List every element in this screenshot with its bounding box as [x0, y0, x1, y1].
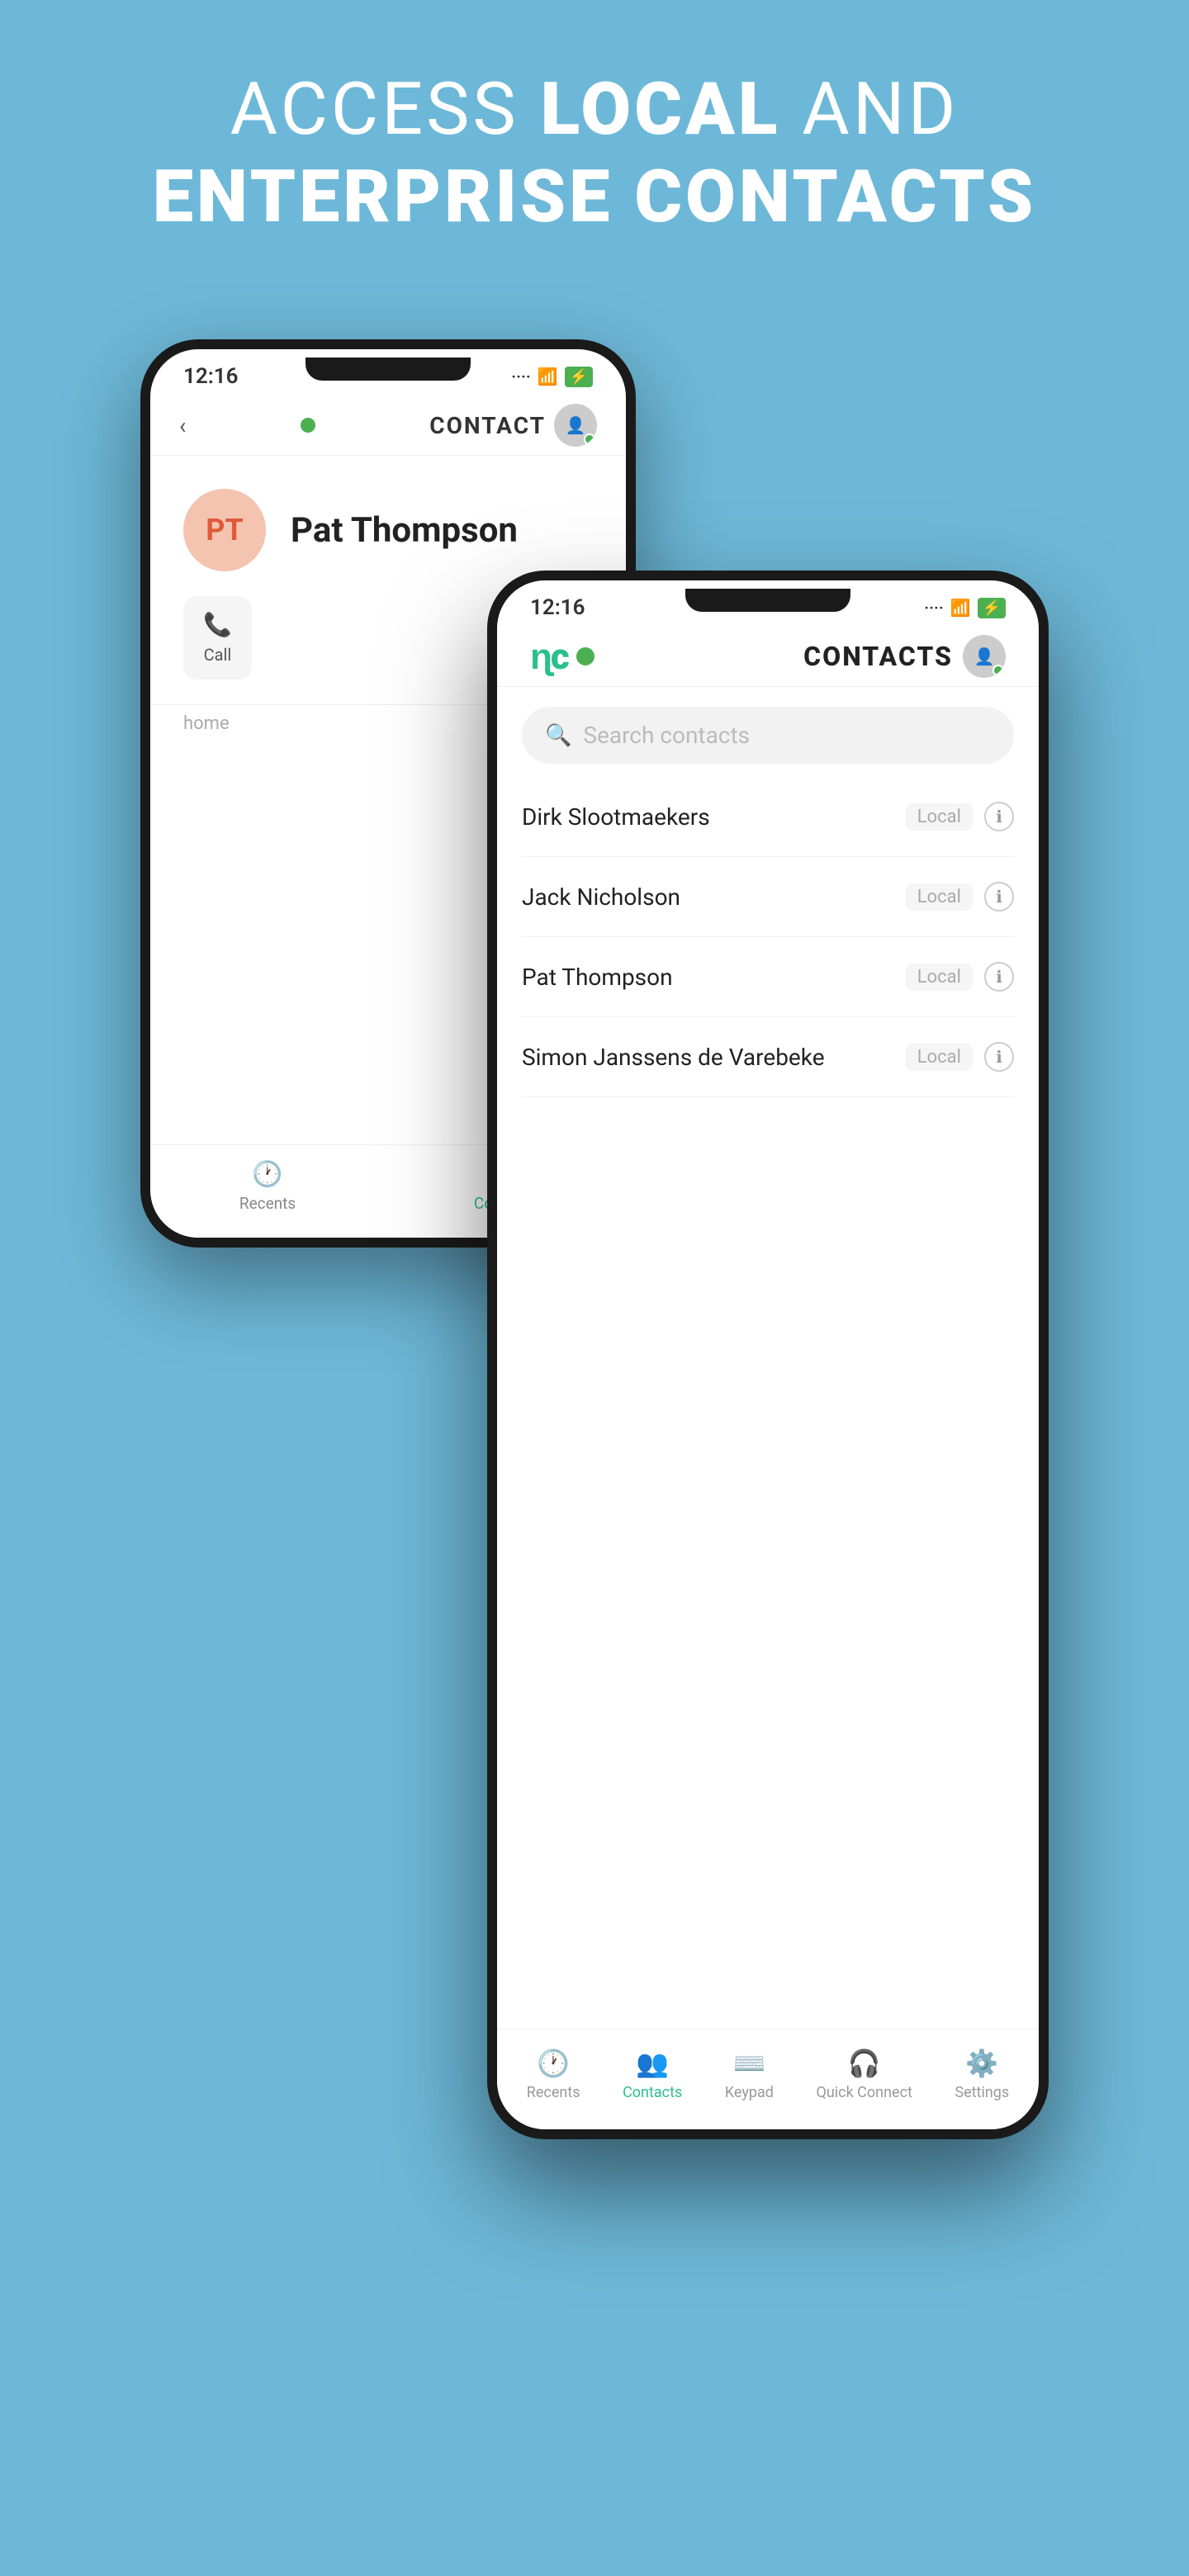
hero-line1-end: AND	[781, 67, 959, 152]
quickconnect-icon-front: 🎧	[848, 2048, 881, 2079]
avatar-online-dot-front	[992, 665, 1004, 676]
recents-label-back: Recents	[239, 1194, 296, 1213]
notch-back	[306, 358, 471, 381]
contact-row-0[interactable]: Dirk Slootmaekers Local ℹ	[522, 777, 1014, 857]
nav-item-recents-back[interactable]: 🕐 Recents	[239, 1160, 296, 1213]
bottom-nav-front: 🕐 Recents 👥 Contacts ⌨️ Keypad 🎧 Quick C…	[497, 2029, 1039, 2129]
contact-row-right-1: Local ℹ	[906, 882, 1014, 912]
settings-icon-front: ⚙️	[965, 2048, 998, 2079]
search-icon: 🔍	[545, 723, 571, 748]
nav-right-front: CONTACTS 👤	[803, 635, 1006, 678]
nav-item-recents-front[interactable]: 🕐 Recents	[527, 2048, 580, 2101]
local-badge-0: Local	[906, 803, 973, 831]
nav-title-front: CONTACTS	[803, 641, 953, 672]
contact-row-2[interactable]: Pat Thompson Local ℹ	[522, 937, 1014, 1017]
online-dot-front	[576, 647, 594, 665]
signal-dots-front: ····	[924, 598, 943, 618]
contact-avatar-large: PT	[183, 489, 266, 571]
recents-icon-front: 🕐	[537, 2048, 570, 2079]
hero-line1-normal: ACCESS	[230, 67, 541, 152]
contacts-label-front: Contacts	[623, 2084, 682, 2101]
battery-icon-front: ⚡	[978, 598, 1006, 618]
signal-dots-back: ····	[511, 367, 530, 386]
contact-name-3: Simon Janssens de Varebeke	[522, 1044, 825, 1071]
status-icons-front: ···· 📶 ⚡	[924, 598, 1006, 618]
hero-title: ACCESS LOCAL AND ENTERPRISE CONTACTS	[153, 66, 1036, 240]
call-icon: 📞	[203, 611, 232, 638]
call-label: Call	[204, 645, 232, 665]
contact-name-0: Dirk Slootmaekers	[522, 803, 710, 831]
hero-line2: ENTERPRISE CONTACTS	[153, 154, 1036, 239]
info-icon-3[interactable]: ℹ	[984, 1042, 1014, 1072]
nav-item-contacts-front[interactable]: 👥 Contacts	[623, 2048, 682, 2101]
logo-icon: ɳc	[530, 635, 568, 678]
contact-row-right-2: Local ℹ	[906, 962, 1014, 992]
front-phone-screen: 12:16 ···· 📶 ⚡ ɳc CONTACTS 👤	[497, 580, 1039, 2129]
front-phone: 12:16 ···· 📶 ⚡ ɳc CONTACTS 👤	[487, 571, 1049, 2139]
front-nav-bar: ɳc CONTACTS 👤	[497, 627, 1039, 687]
contact-name-2: Pat Thompson	[522, 964, 673, 991]
local-badge-1: Local	[906, 883, 973, 911]
contacts-list: Dirk Slootmaekers Local ℹ Jack Nicholson…	[497, 777, 1039, 1097]
contact-initials: PT	[206, 513, 244, 547]
info-icon-2[interactable]: ℹ	[984, 962, 1014, 992]
recents-icon-back: 🕐	[252, 1160, 282, 1189]
notch-front	[685, 589, 850, 612]
battery-icon-back: ⚡	[565, 367, 593, 387]
online-dot-back	[301, 418, 315, 433]
info-icon-1[interactable]: ℹ	[984, 882, 1014, 912]
nav-title-back: CONTACT	[429, 412, 546, 439]
info-icon-0[interactable]: ℹ	[984, 802, 1014, 831]
avatar-front: 👤	[963, 635, 1006, 678]
back-button[interactable]: ‹	[179, 412, 186, 439]
nav-item-quickconnect-front[interactable]: 🎧 Quick Connect	[816, 2048, 912, 2101]
time-back: 12:16	[183, 364, 239, 389]
avatar-back: 👤	[554, 404, 597, 447]
nav-right-back: CONTACT 👤	[429, 404, 597, 447]
avatar-online-dot-back	[584, 433, 595, 445]
wifi-icon-back: 📶	[538, 367, 558, 386]
contact-row-right-0: Local ℹ	[906, 802, 1014, 831]
contact-row-3[interactable]: Simon Janssens de Varebeke Local ℹ	[522, 1017, 1014, 1097]
contact-name-large: Pat Thompson	[291, 510, 518, 551]
logo-area: ɳc	[530, 635, 594, 678]
search-container[interactable]: 🔍 Search contacts	[522, 707, 1014, 764]
quickconnect-label-front: Quick Connect	[816, 2084, 912, 2101]
keypad-icon-front: ⌨️	[732, 2048, 765, 2079]
nav-item-settings-front[interactable]: ⚙️ Settings	[955, 2048, 1009, 2101]
status-icons-back: ···· 📶 ⚡	[511, 367, 593, 387]
settings-label-front: Settings	[955, 2084, 1009, 2101]
nav-center-back	[301, 418, 315, 433]
contact-row-1[interactable]: Jack Nicholson Local ℹ	[522, 857, 1014, 937]
phones-container: 12:16 ···· 📶 ⚡ ‹ CONTACT 👤	[140, 339, 1049, 2321]
hero-line1-bold: LOCAL	[540, 67, 780, 152]
back-nav-bar: ‹ CONTACT 👤	[150, 395, 626, 456]
contact-name-1: Jack Nicholson	[522, 883, 680, 911]
contact-row-right-3: Local ℹ	[906, 1042, 1014, 1072]
call-button[interactable]: 📞 Call	[183, 596, 252, 680]
search-placeholder-text: Search contacts	[583, 722, 750, 749]
recents-label-front: Recents	[527, 2084, 580, 2101]
contacts-icon-front: 👥	[636, 2048, 669, 2079]
time-front: 12:16	[530, 595, 585, 620]
local-badge-2: Local	[906, 964, 973, 991]
nav-item-keypad-front[interactable]: ⌨️ Keypad	[725, 2048, 774, 2101]
keypad-label-front: Keypad	[725, 2084, 774, 2101]
local-badge-3: Local	[906, 1044, 973, 1071]
wifi-icon-front: 📶	[950, 598, 971, 618]
